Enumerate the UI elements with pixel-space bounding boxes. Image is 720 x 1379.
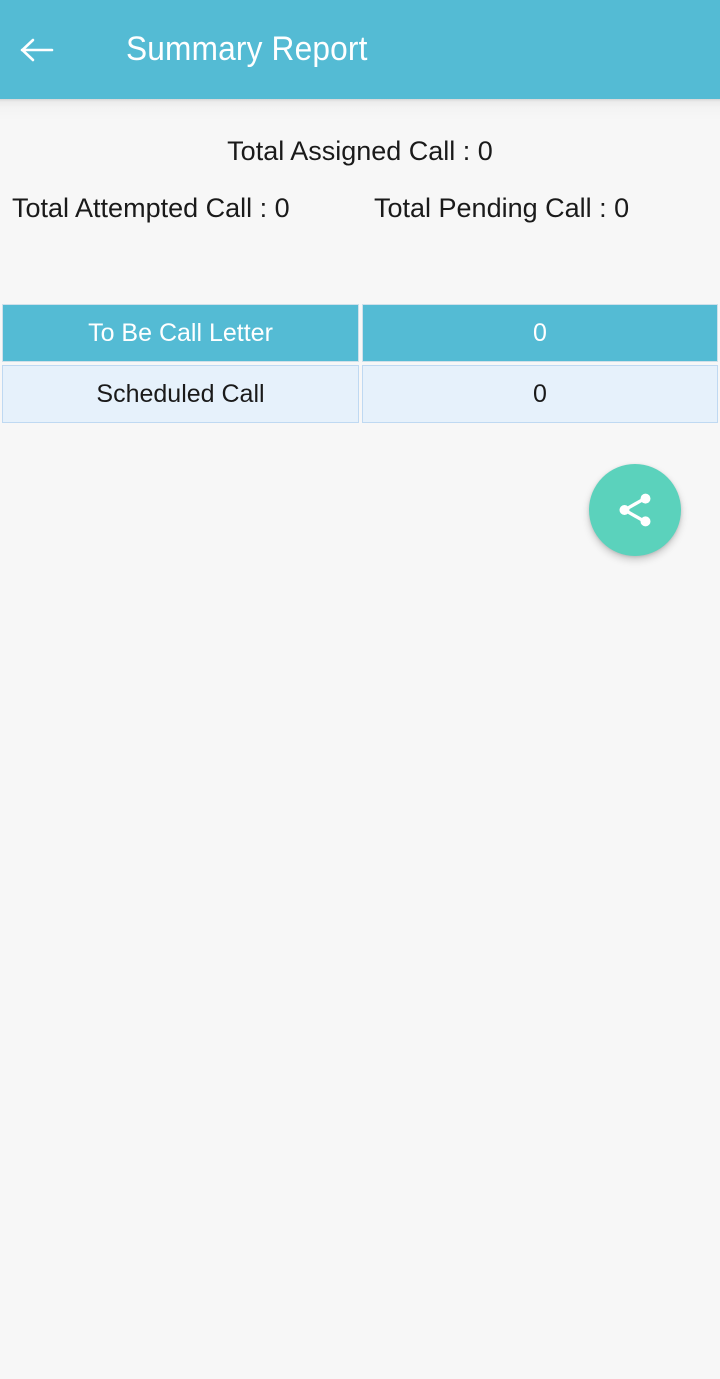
total-attempted-cell: Total Attempted Call : 0 (0, 193, 360, 224)
total-attempted-call-label: Total Attempted Call : 0 (12, 193, 290, 223)
page-title: Summary Report (126, 30, 368, 68)
table-row[interactable]: Scheduled Call 0 (2, 365, 718, 423)
report-table: To Be Call Letter 0 Scheduled Call 0 (2, 304, 718, 426)
total-pending-cell: Total Pending Call : 0 (360, 193, 720, 224)
row-label: To Be Call Letter (2, 304, 359, 362)
attempted-pending-row: Total Attempted Call : 0 Total Pending C… (0, 193, 720, 224)
total-assigned-row: Total Assigned Call : 0 (0, 136, 720, 167)
row-value: 0 (362, 304, 718, 362)
share-icon (614, 489, 656, 531)
row-label: Scheduled Call (2, 365, 359, 423)
share-fab-button[interactable] (589, 464, 681, 556)
row-value: 0 (362, 365, 718, 423)
table-row[interactable]: To Be Call Letter 0 (2, 304, 718, 362)
total-pending-call-label: Total Pending Call : 0 (374, 193, 630, 223)
arrow-left-icon (20, 35, 54, 65)
total-assigned-call-label: Total Assigned Call : 0 (227, 136, 493, 166)
summary-section: Total Assigned Call : 0 Total Attempted … (0, 99, 720, 224)
back-button[interactable] (0, 0, 74, 99)
app-bar: Summary Report (0, 0, 720, 99)
